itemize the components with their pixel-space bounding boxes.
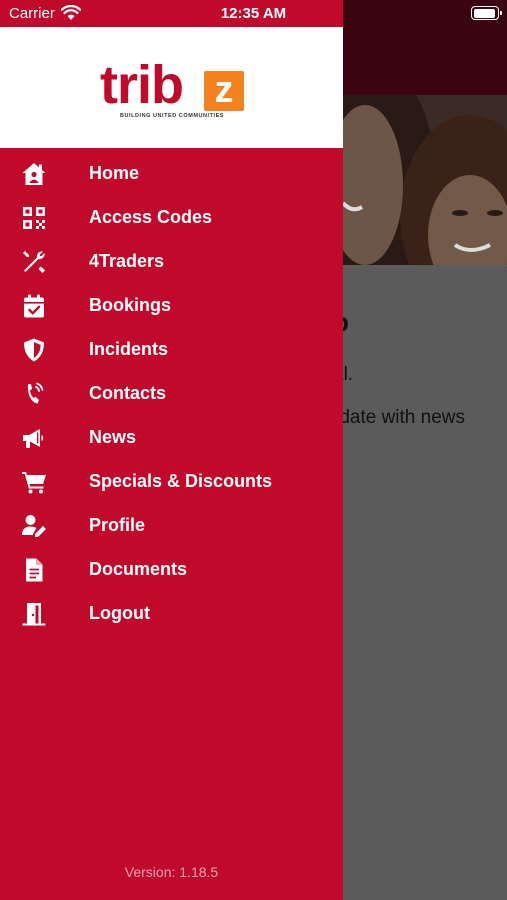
menu-item-bookings[interactable]: Bookings: [0, 284, 343, 328]
menu-item-logout[interactable]: Logout: [0, 592, 343, 636]
status-bar: Carrier 12:35 AM: [0, 0, 507, 27]
menu-item-label: Profile: [89, 515, 146, 535]
menu-item-4traders[interactable]: 4Traders: [0, 240, 343, 284]
menu-item-label: Documents: [89, 559, 188, 579]
menu-item-label: Logout: [89, 603, 150, 623]
menu-item-contacts[interactable]: Contacts: [0, 372, 343, 416]
phone-icon: [20, 380, 48, 408]
drawer-menu: Home Access Codes 4Traders Bookings Inci: [0, 152, 343, 636]
shield-icon: [20, 336, 48, 364]
battery-icon: [471, 6, 502, 20]
menu-item-documents[interactable]: Documents: [0, 548, 343, 592]
status-time: 12:35 AM: [220, 5, 287, 22]
tribz-logo: trib z BUILDING UNITED COMMUNITIES: [100, 55, 244, 121]
menu-item-home[interactable]: Home: [0, 152, 343, 196]
calendar-check-icon: [20, 292, 48, 320]
door-icon: [20, 600, 48, 628]
logo-wordmark: trib: [100, 55, 184, 115]
logo-z-badge: z: [204, 71, 244, 111]
menu-item-label: Contacts: [89, 383, 167, 403]
menu-item-label: Access Codes: [89, 207, 213, 227]
menu-item-incidents[interactable]: Incidents: [0, 328, 343, 372]
qr-code-icon: [20, 204, 48, 232]
cart-icon: [20, 468, 48, 496]
menu-item-label: Incidents: [89, 339, 169, 359]
menu-item-access-codes[interactable]: Access Codes: [0, 196, 343, 240]
menu-item-label: Bookings: [89, 295, 172, 315]
menu-item-label: Specials & Discounts: [89, 471, 273, 491]
home-icon: [20, 160, 48, 188]
logo-tagline: BUILDING UNITED COMMUNITIES: [119, 113, 225, 119]
document-icon: [20, 556, 48, 584]
menu-item-label: 4Traders: [89, 251, 165, 271]
app-version: Version: 1.18.5: [124, 864, 219, 880]
menu-item-label: Home: [89, 163, 140, 183]
navigation-drawer: trib z BUILDING UNITED COMMUNITIES Home …: [0, 0, 343, 900]
menu-item-news[interactable]: News: [0, 416, 343, 460]
user-edit-icon: [20, 512, 48, 540]
tools-icon: [20, 248, 48, 276]
background-text-line: -date with news: [333, 407, 466, 428]
menu-item-specials-discounts[interactable]: Specials & Discounts: [0, 460, 343, 504]
menu-item-label: News: [89, 427, 137, 447]
megaphone-icon: [20, 424, 48, 452]
logo-header: trib z BUILDING UNITED COMMUNITIES: [0, 27, 343, 148]
menu-item-profile[interactable]: Profile: [0, 504, 343, 548]
